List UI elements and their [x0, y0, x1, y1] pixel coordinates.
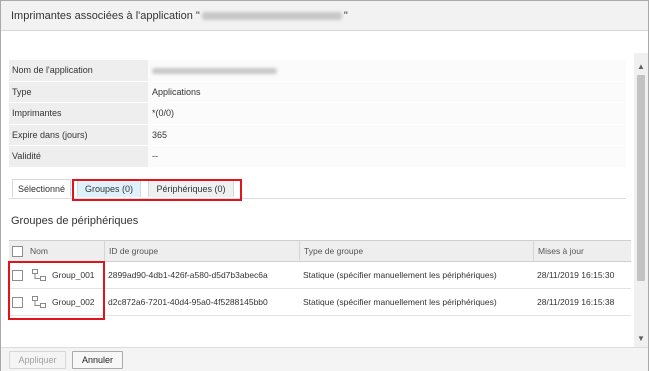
redacted-app-name	[152, 67, 277, 74]
table-row[interactable]: Group_002 d2c872a6-7201-40d4-95a0-4f5288…	[9, 289, 631, 316]
printer-association-dialog: Imprimantes associées à l'application " "…	[0, 0, 649, 371]
info-row-validity: Validité --	[9, 146, 626, 168]
column-header-group-id[interactable]: ID de groupe	[105, 241, 158, 262]
cancel-button[interactable]: Annuler	[72, 351, 123, 369]
tab-devices[interactable]: Périphériques (0)	[148, 179, 234, 197]
info-label: Validité	[9, 146, 148, 167]
row-checkbox[interactable]	[12, 270, 23, 281]
group-type: Statique (spécifier manuellement les pér…	[303, 297, 497, 307]
dialog-title-bar: Imprimantes associées à l'application " "	[1, 1, 648, 31]
vertical-scrollbar[interactable]: ▲ ▼	[634, 53, 648, 347]
info-label: Type	[9, 81, 148, 102]
info-label: Nom de l'application	[9, 60, 148, 81]
info-label: Imprimantes	[9, 103, 148, 124]
redacted-app-name	[201, 12, 342, 21]
group-updated: 28/11/2019 16:15:38	[537, 297, 615, 307]
info-row-expiry: Expire dans (jours) 365	[9, 124, 626, 146]
dialog-title-prefix: Imprimantes associées à l'application "	[11, 10, 200, 22]
info-value: --	[148, 146, 626, 167]
apply-button[interactable]: Appliquer	[9, 351, 66, 369]
info-row-printers: Imprimantes *(0/0)	[9, 103, 626, 125]
tab-selected[interactable]: Sélectionné	[12, 179, 71, 197]
group-icon	[32, 296, 46, 308]
scroll-up-icon[interactable]: ▲	[634, 59, 648, 73]
info-value	[148, 60, 626, 81]
group-id: d2c872a6-7201-40d4-95a0-4f5288145bb0	[108, 297, 268, 307]
info-value: 365	[148, 124, 626, 145]
device-groups-grid: Nom ID de groupe Type de groupe Mises à …	[9, 240, 631, 316]
info-row-app-name: Nom de l'application	[9, 60, 626, 82]
application-info-table: Nom de l'application Type Applications I…	[9, 60, 626, 168]
column-header-updated[interactable]: Mises à jour	[534, 241, 584, 262]
group-id: 2899ad90-4db1-426f-a580-d5d7b3abec6a	[108, 270, 268, 280]
tab-groups[interactable]: Groupes (0)	[77, 179, 141, 197]
group-type: Statique (spécifier manuellement les pér…	[303, 270, 497, 280]
info-row-type: Type Applications	[9, 81, 626, 103]
info-value: *(0/0)	[148, 103, 626, 124]
dialog-title-suffix: "	[343, 10, 348, 22]
select-all-checkbox[interactable]	[12, 246, 23, 257]
dialog-title: Imprimantes associées à l'application " "	[11, 10, 348, 22]
group-icon	[32, 269, 46, 281]
table-row[interactable]: Group_001 2899ad90-4db1-426f-a580-d5d7b3…	[9, 262, 631, 289]
group-name: Group_002	[52, 297, 95, 307]
column-header-group-type[interactable]: Type de groupe	[300, 241, 363, 262]
tab-bar: Sélectionné Groupes (0) Périphériques (0…	[9, 177, 626, 199]
grid-header: Nom ID de groupe Type de groupe Mises à …	[9, 240, 631, 262]
row-checkbox[interactable]	[12, 297, 23, 308]
group-updated: 28/11/2019 16:15:30	[537, 270, 615, 280]
scrollbar-thumb[interactable]	[637, 75, 645, 281]
section-title: Groupes de périphériques	[11, 215, 139, 227]
group-name: Group_001	[52, 270, 95, 280]
column-header-name[interactable]: Nom	[26, 241, 48, 262]
info-label: Expire dans (jours)	[9, 124, 148, 145]
scroll-down-icon[interactable]: ▼	[634, 331, 648, 345]
info-value: Applications	[148, 81, 626, 102]
dialog-content: Nom de l'application Type Applications I…	[1, 32, 634, 346]
dialog-footer: Appliquer Annuler	[1, 347, 648, 371]
